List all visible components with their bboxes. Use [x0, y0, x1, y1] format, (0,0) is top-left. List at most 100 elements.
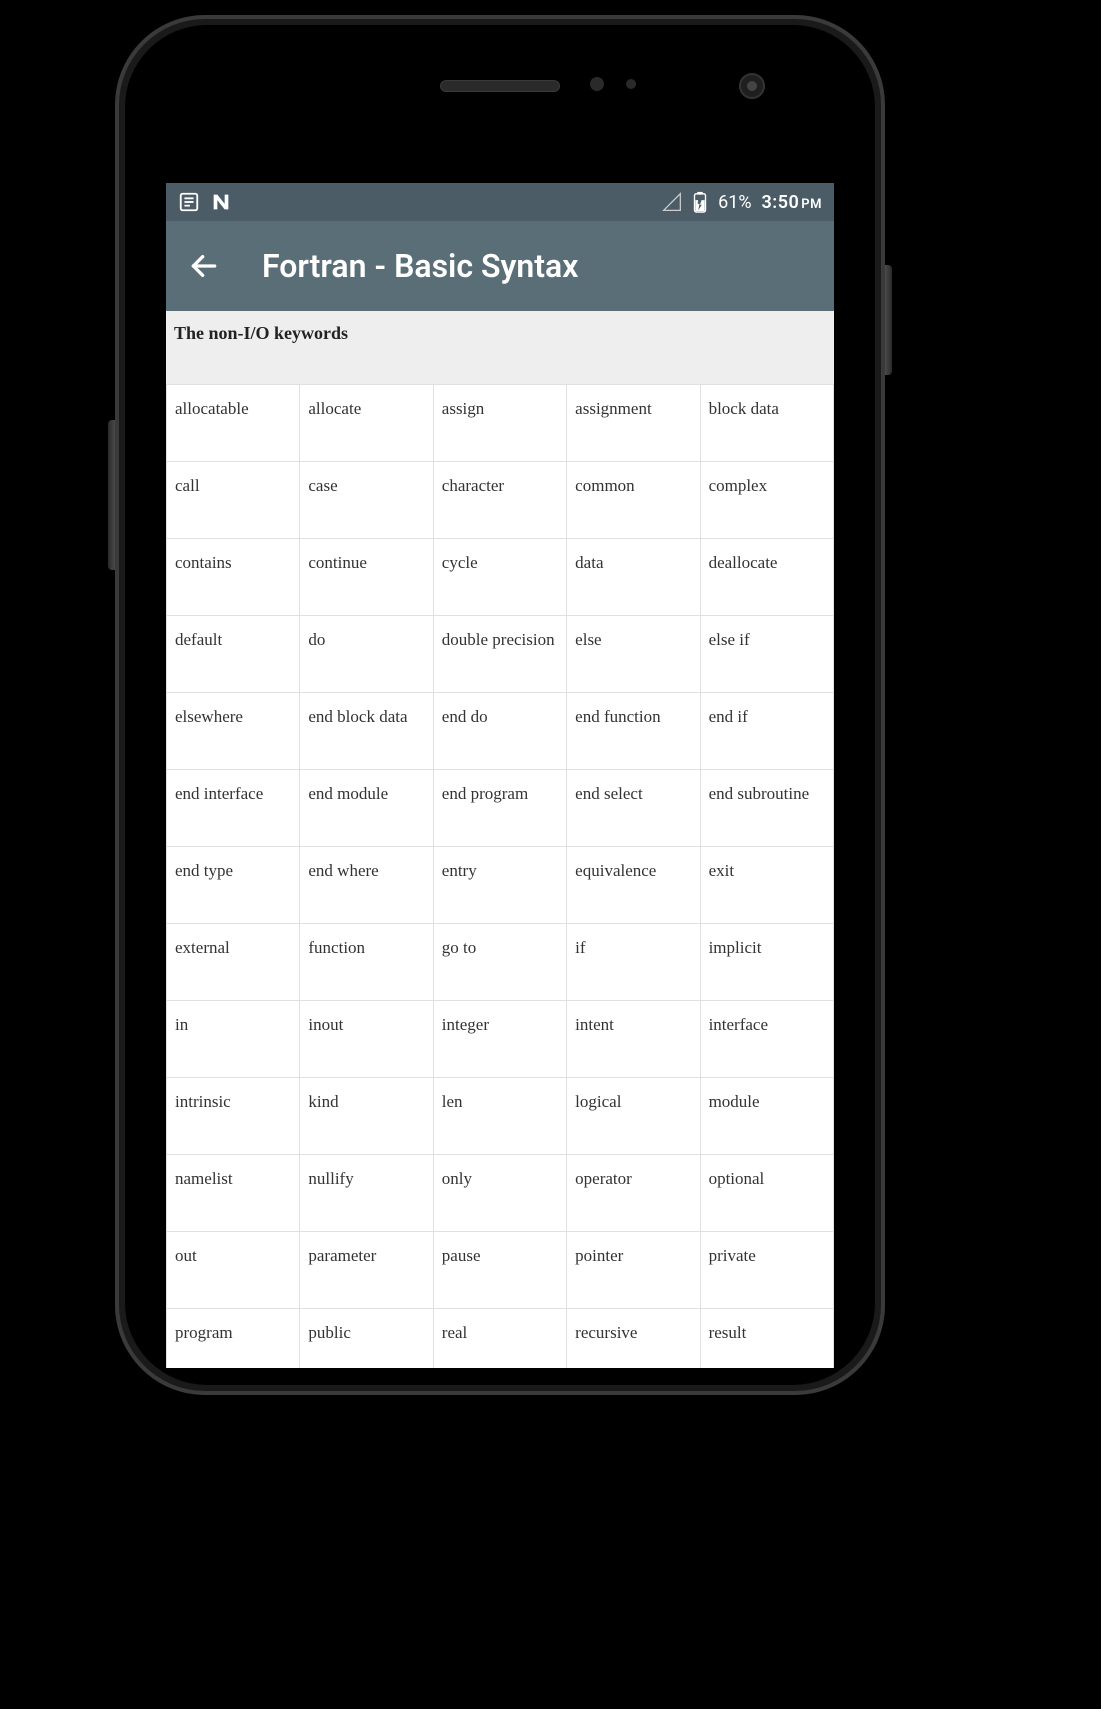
- keyword-cell: go to: [433, 924, 566, 1001]
- page-title: Fortran - Basic Syntax: [262, 247, 578, 285]
- keyword-cell: interface: [700, 1001, 833, 1078]
- keyword-cell: out: [167, 1232, 300, 1309]
- keyword-cell: function: [300, 924, 433, 1001]
- clock: 3:50PM: [762, 192, 822, 213]
- keyword-cell: result: [700, 1309, 833, 1369]
- keyword-cell: allocate: [300, 385, 433, 462]
- phone-speaker: [440, 80, 560, 92]
- table-row: intrinsickindlenlogicalmodule: [167, 1078, 834, 1155]
- phone-sensors: [590, 77, 636, 91]
- keyword-cell: deallocate: [700, 539, 833, 616]
- clock-ampm: PM: [801, 197, 822, 212]
- keyword-cell: complex: [700, 462, 833, 539]
- android-n-icon: [210, 191, 232, 213]
- keyword-cell: recursive: [567, 1309, 700, 1369]
- keyword-cell: pause: [433, 1232, 566, 1309]
- volume-button: [108, 420, 115, 570]
- keyword-cell: end type: [167, 847, 300, 924]
- keyword-cell: operator: [567, 1155, 700, 1232]
- keyword-cell: case: [300, 462, 433, 539]
- keyword-cell: allocatable: [167, 385, 300, 462]
- keyword-cell: only: [433, 1155, 566, 1232]
- keyword-cell: end module: [300, 770, 433, 847]
- app-bar: Fortran - Basic Syntax: [166, 221, 834, 311]
- phone-body: 61% 3:50PM Fortran - Basic Syntax The no…: [125, 25, 875, 1385]
- phone-frame: 61% 3:50PM Fortran - Basic Syntax The no…: [115, 15, 885, 1395]
- keyword-cell: assign: [433, 385, 566, 462]
- keyword-cell: implicit: [700, 924, 833, 1001]
- table-row: externalfunctiongo toifimplicit: [167, 924, 834, 1001]
- keyword-cell: program: [167, 1309, 300, 1369]
- keyword-cell: equivalence: [567, 847, 700, 924]
- notification-icon: [178, 191, 200, 213]
- keyword-cell: end do: [433, 693, 566, 770]
- keyword-cell: module: [700, 1078, 833, 1155]
- keyword-cell: call: [167, 462, 300, 539]
- keyword-cell: pointer: [567, 1232, 700, 1309]
- table-row: ininoutintegerintentinterface: [167, 1001, 834, 1078]
- keyword-cell: do: [300, 616, 433, 693]
- keyword-cell: integer: [433, 1001, 566, 1078]
- keyword-cell: end if: [700, 693, 833, 770]
- keyword-cell: private: [700, 1232, 833, 1309]
- section-header: The non-I/O keywords: [166, 311, 834, 384]
- front-camera: [739, 73, 765, 99]
- table-row: allocatableallocateassignassignmentblock…: [167, 385, 834, 462]
- keyword-cell: end block data: [300, 693, 433, 770]
- keyword-cell: block data: [700, 385, 833, 462]
- arrow-left-icon: [188, 250, 220, 282]
- table-row: outparameterpausepointerprivate: [167, 1232, 834, 1309]
- keywords-table: allocatableallocateassignassignmentblock…: [166, 384, 834, 1368]
- keyword-cell: if: [567, 924, 700, 1001]
- keyword-cell: end interface: [167, 770, 300, 847]
- keyword-cell: end program: [433, 770, 566, 847]
- keyword-cell: assignment: [567, 385, 700, 462]
- keyword-cell: external: [167, 924, 300, 1001]
- keyword-cell: character: [433, 462, 566, 539]
- table-row: defaultdodouble precisionelseelse if: [167, 616, 834, 693]
- back-button[interactable]: [188, 250, 220, 282]
- keyword-cell: end subroutine: [700, 770, 833, 847]
- keyword-cell: common: [567, 462, 700, 539]
- keyword-cell: cycle: [433, 539, 566, 616]
- table-row: programpublicrealrecursiveresult: [167, 1309, 834, 1369]
- screen: 61% 3:50PM Fortran - Basic Syntax The no…: [166, 183, 834, 1368]
- keyword-cell: elsewhere: [167, 693, 300, 770]
- table-row: containscontinuecycledatadeallocate: [167, 539, 834, 616]
- keyword-cell: continue: [300, 539, 433, 616]
- keyword-cell: inout: [300, 1001, 433, 1078]
- power-button: [885, 265, 892, 375]
- keyword-cell: end select: [567, 770, 700, 847]
- keyword-cell: data: [567, 539, 700, 616]
- keyword-cell: end function: [567, 693, 700, 770]
- table-row: end interfaceend moduleend programend se…: [167, 770, 834, 847]
- keyword-cell: exit: [700, 847, 833, 924]
- keyword-cell: len: [433, 1078, 566, 1155]
- battery-icon: [692, 191, 708, 213]
- keyword-cell: else: [567, 616, 700, 693]
- keyword-cell: in: [167, 1001, 300, 1078]
- keyword-cell: contains: [167, 539, 300, 616]
- keyword-cell: public: [300, 1309, 433, 1369]
- signal-icon: [662, 192, 682, 212]
- keyword-cell: real: [433, 1309, 566, 1369]
- keyword-cell: intent: [567, 1001, 700, 1078]
- keyword-cell: end where: [300, 847, 433, 924]
- keyword-cell: namelist: [167, 1155, 300, 1232]
- keyword-cell: default: [167, 616, 300, 693]
- keyword-cell: nullify: [300, 1155, 433, 1232]
- table-row: elsewhereend block dataend doend functio…: [167, 693, 834, 770]
- keyword-cell: parameter: [300, 1232, 433, 1309]
- status-bar: 61% 3:50PM: [166, 183, 834, 221]
- keyword-cell: kind: [300, 1078, 433, 1155]
- keyword-cell: logical: [567, 1078, 700, 1155]
- keyword-cell: entry: [433, 847, 566, 924]
- keyword-cell: optional: [700, 1155, 833, 1232]
- battery-percent: 61%: [718, 192, 751, 213]
- keyword-cell: double precision: [433, 616, 566, 693]
- table-row: callcasecharactercommoncomplex: [167, 462, 834, 539]
- table-row: end typeend whereentryequivalenceexit: [167, 847, 834, 924]
- keyword-cell: intrinsic: [167, 1078, 300, 1155]
- keyword-cell: else if: [700, 616, 833, 693]
- clock-time: 3:50: [762, 192, 800, 213]
